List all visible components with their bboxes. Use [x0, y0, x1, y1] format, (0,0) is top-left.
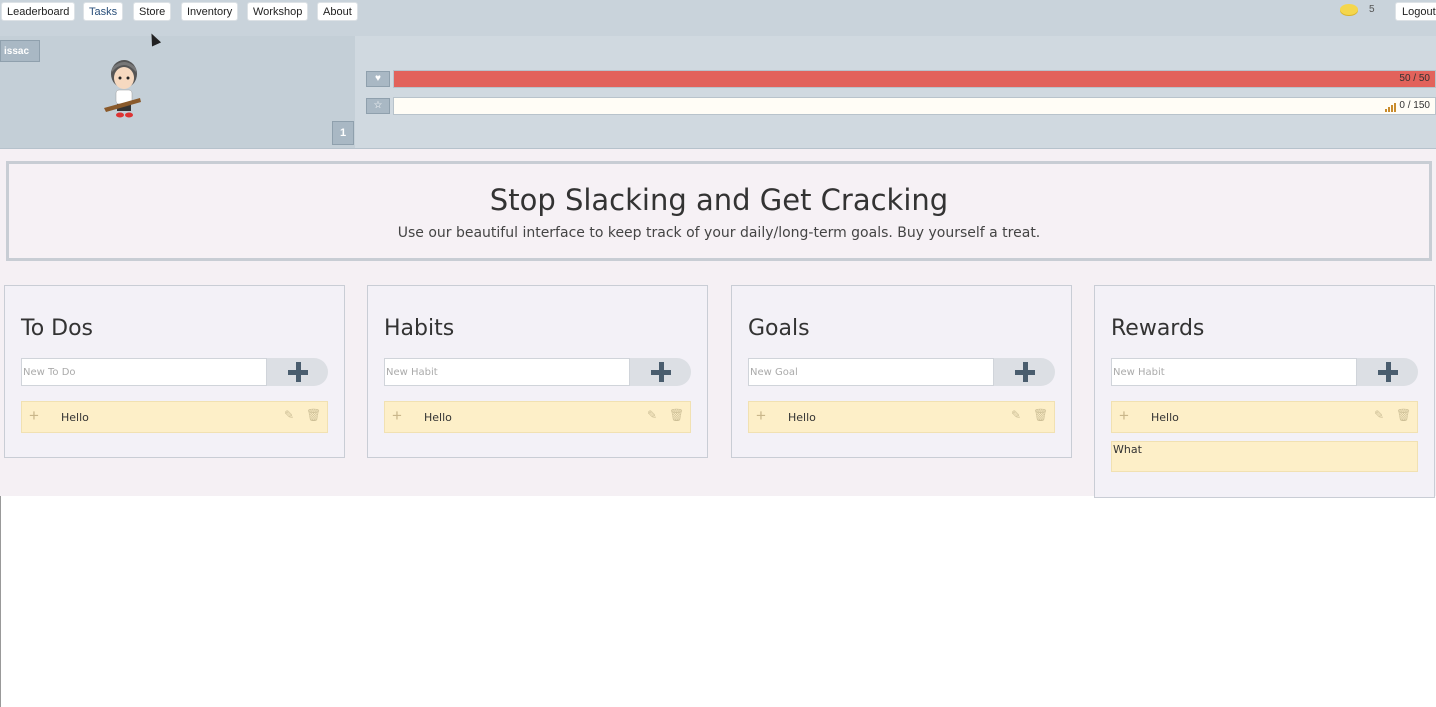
- hero-banner: Stop Slacking and Get Cracking Use our b…: [6, 161, 1432, 261]
- nav-about[interactable]: About: [317, 2, 358, 21]
- rewards-column: Rewards + Hello ✎ 🗑 What: [1094, 285, 1435, 498]
- list-item: + Hello ✎ 🗑: [1111, 401, 1418, 433]
- add-todo-button[interactable]: [267, 358, 328, 386]
- list-item: What: [1111, 441, 1418, 472]
- experience-bar: 0 / 150: [393, 97, 1436, 115]
- new-habit-input[interactable]: [384, 358, 630, 386]
- signal-icon: [1385, 101, 1397, 112]
- trash-icon[interactable]: 🗑: [1396, 408, 1411, 422]
- add-habit-row: [384, 358, 691, 386]
- star-icon: ☆: [366, 98, 390, 114]
- todos-column: To Dos + Hello ✎ 🗑: [4, 285, 345, 458]
- goals-column: Goals + Hello ✎ 🗑: [731, 285, 1072, 458]
- avatar: [104, 60, 141, 118]
- item-text: What: [1113, 443, 1142, 456]
- nav-tasks[interactable]: Tasks: [83, 2, 124, 21]
- add-reward-button[interactable]: [1357, 358, 1418, 386]
- username-tag: issac: [0, 40, 40, 62]
- navbar: Leaderboard Tasks Store Inventory Worksh…: [0, 0, 1436, 36]
- add-reward-row: [1111, 358, 1418, 386]
- list-item: + Hello ✎ 🗑: [21, 401, 328, 433]
- header-panel: Leaderboard Tasks Store Inventory Worksh…: [0, 0, 1436, 149]
- heart-icon: ♥: [366, 71, 390, 87]
- column-title: Rewards: [1111, 316, 1205, 341]
- experience-value: 0 / 150: [1399, 100, 1430, 111]
- health-bar-fill: [394, 71, 1435, 87]
- add-habit-button[interactable]: [630, 358, 691, 386]
- new-reward-input[interactable]: [1111, 358, 1357, 386]
- item-text: Hello: [61, 411, 89, 424]
- item-text: Hello: [788, 411, 816, 424]
- add-goal-button[interactable]: [994, 358, 1055, 386]
- nav-leaderboard[interactable]: Leaderboard: [1, 2, 76, 21]
- list-item: + Hello ✎ 🗑: [748, 401, 1055, 433]
- main-content: Stop Slacking and Get Cracking Use our b…: [0, 149, 1436, 498]
- edit-icon[interactable]: ✎: [1011, 408, 1021, 422]
- column-title: Habits: [384, 316, 455, 341]
- health-bar: 50 / 50: [393, 70, 1436, 88]
- item-text: Hello: [424, 411, 452, 424]
- page-edge: [0, 496, 1, 707]
- hero-title: Stop Slacking and Get Cracking: [489, 183, 949, 217]
- trash-icon[interactable]: 🗑: [306, 408, 321, 422]
- nav-inventory[interactable]: Inventory: [181, 2, 239, 21]
- logout-button[interactable]: Logout: [1395, 2, 1436, 21]
- level-badge: 1: [332, 121, 354, 145]
- edit-icon[interactable]: ✎: [647, 408, 657, 422]
- nav-workshop[interactable]: Workshop: [247, 2, 309, 21]
- plus-icon[interactable]: +: [756, 406, 766, 426]
- plus-icon[interactable]: +: [29, 406, 39, 426]
- health-text: 50 / 50: [1399, 73, 1430, 84]
- list-item: + Hello ✎ 🗑: [384, 401, 691, 433]
- new-todo-input[interactable]: [21, 358, 267, 386]
- trash-icon[interactable]: 🗑: [1033, 408, 1048, 422]
- avatar-panel: issac 1: [0, 36, 355, 148]
- nav-store[interactable]: Store: [133, 2, 172, 21]
- item-text: Hello: [1151, 411, 1179, 424]
- plus-icon[interactable]: +: [392, 406, 402, 426]
- plus-icon[interactable]: +: [1119, 406, 1129, 426]
- column-title: Goals: [748, 316, 810, 341]
- gold-amount: 5: [1369, 4, 1375, 15]
- column-title: To Dos: [21, 316, 94, 341]
- habits-column: Habits + Hello ✎ 🗑: [367, 285, 708, 458]
- add-todo-row: [21, 358, 328, 386]
- new-goal-input[interactable]: [748, 358, 994, 386]
- experience-text: 0 / 150: [1385, 100, 1430, 112]
- edit-icon[interactable]: ✎: [1374, 408, 1384, 422]
- trash-icon[interactable]: 🗑: [669, 408, 684, 422]
- edit-icon[interactable]: ✎: [284, 408, 294, 422]
- add-goal-row: [748, 358, 1055, 386]
- hero-subtitle: Use our beautiful interface to keep trac…: [397, 225, 1041, 241]
- gold-coin-icon: [1340, 4, 1358, 15]
